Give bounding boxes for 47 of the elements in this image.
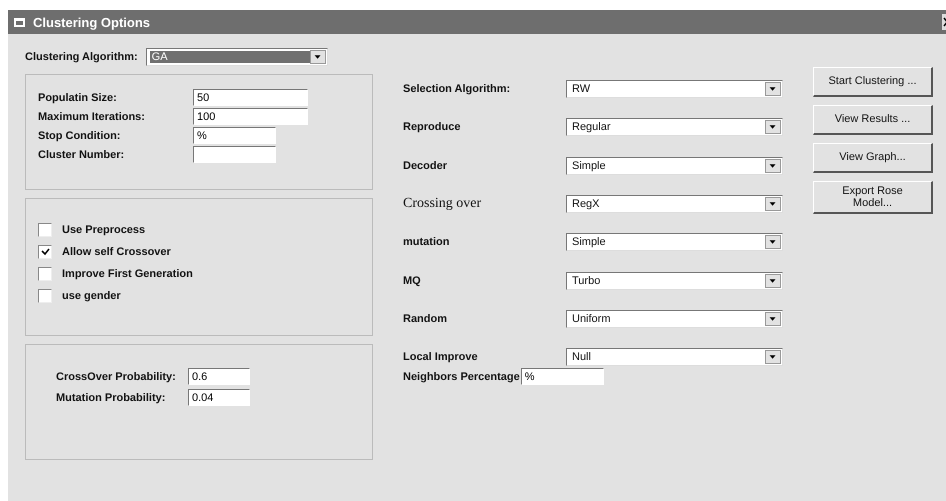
checkbox[interactable] [38,223,52,237]
field-label: Selection Algorithm: [403,83,512,96]
field-label: MQ [403,274,422,287]
window-title: Clustering Options [33,14,150,30]
checkbox[interactable] [38,289,52,303]
dropdown[interactable]: Turbo [566,272,783,290]
field-label: Crossing over [403,196,482,212]
field-label: Populatin Size: [38,92,118,104]
input-field[interactable]: % [193,127,276,144]
algorithm-dropdown[interactable]: GA [146,48,328,66]
dialog-button[interactable]: View Graph... [813,143,933,173]
dropdown[interactable]: Null [566,348,783,366]
checkmark-icon [40,248,50,256]
checkbox[interactable] [38,267,52,281]
dropdown[interactable]: RegX [566,195,783,214]
field-label: Mutation Probability: [56,392,166,404]
input-field[interactable]: 0.04 [188,389,250,406]
field-label: Stop Condition: [38,130,122,142]
input-field[interactable]: 50 [193,89,308,106]
field-label: mutation [403,236,450,248]
field-label: Neighbors Percentage [403,370,520,383]
window-icon [14,18,25,26]
dropdown[interactable]: RW [566,80,783,98]
checkbox[interactable] [38,245,52,259]
dropdown[interactable]: Simple [566,233,783,252]
dropdown[interactable]: Uniform [566,310,783,328]
field-label: Maximum Iterations: [38,110,146,122]
field-label: CrossOver Probability: [56,370,177,382]
dropdown[interactable]: Simple [566,156,783,175]
field-label: Reproduce [403,121,462,134]
dropdown[interactable]: Regular [566,118,783,136]
checkbox-label: use gender [62,290,121,302]
checkbox-label: Improve First Generation [62,268,193,280]
dialog-button[interactable]: View Results ... [813,105,933,135]
input-field[interactable]: 100 [193,108,308,125]
checkbox-label: Allow self Crossover [62,246,171,258]
field-label: Clustering Algorithm: [25,51,138,63]
checkbox-label: Use Preprocess [62,224,146,236]
dialog-button[interactable]: Export Rose Model... [813,181,933,214]
field-label: Random [403,312,448,325]
input-field[interactable] [193,146,276,163]
field-label: Cluster Number: [38,148,126,160]
dialog-button[interactable]: Start Clustering ... [813,67,933,97]
field-label: Local Improve [403,351,479,364]
input-field[interactable]: % [520,368,604,386]
input-field[interactable]: 0.6 [188,368,250,385]
field-label: Decoder [403,160,448,172]
